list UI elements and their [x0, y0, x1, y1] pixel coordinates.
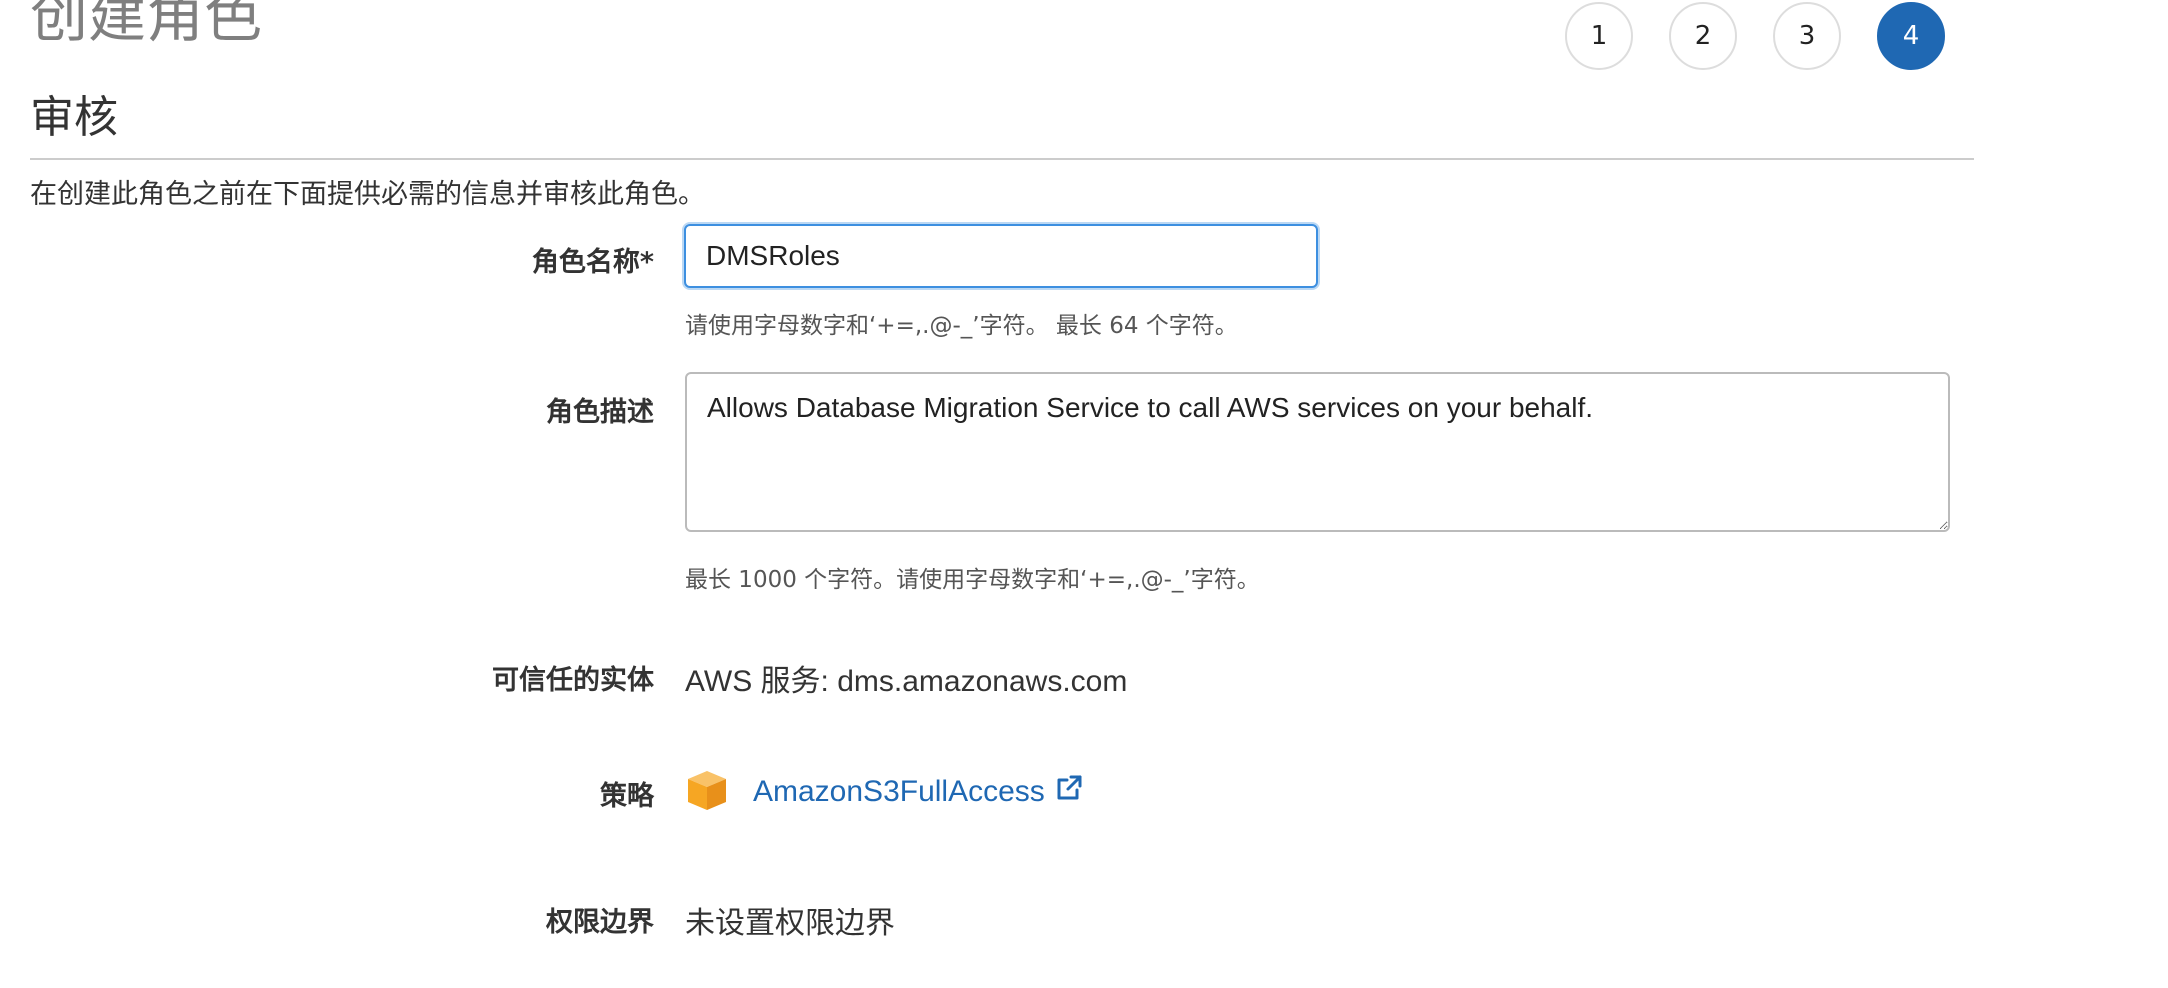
step-4-current[interactable]: 4	[1877, 2, 1945, 70]
step-3[interactable]: 3	[1773, 2, 1841, 70]
policies-label: 策略	[600, 781, 654, 812]
role-description-hint: 最长 1000 个字符。请使用字母数字和‘+=,.@-_’字符。	[685, 567, 1260, 593]
role-description-textarea[interactable]: Allows Database Migration Service to cal…	[685, 372, 1950, 532]
external-link-icon	[1053, 772, 1085, 812]
section-title: 审核	[30, 92, 118, 143]
policy-name: AmazonS3FullAccess	[753, 775, 1045, 808]
role-description-label: 角色描述	[546, 397, 654, 428]
trusted-entity-value: AWS 服务: dms.amazonaws.com	[685, 665, 1128, 698]
section-intro: 在创建此角色之前在下面提供必需的信息并审核此角色。	[30, 179, 705, 210]
page-title: 创建角色	[30, 0, 263, 50]
review-page: 创建角色 1 2 3 4 审核 在创建此角色之前在下面提供必需的信息并审核此角色…	[0, 0, 2168, 988]
step-1[interactable]: 1	[1565, 2, 1633, 70]
permissions-boundary-label: 权限边界	[546, 907, 654, 938]
step-2[interactable]: 2	[1669, 2, 1737, 70]
policy-item: AmazonS3FullAccess	[685, 768, 1085, 816]
role-name-hint: 请使用字母数字和‘+=,.@-_’字符。 最长 64 个字符。	[685, 313, 1238, 339]
role-name-label: 角色名称*	[531, 247, 654, 278]
policy-box-icon	[685, 768, 729, 816]
role-name-input[interactable]	[684, 224, 1318, 288]
wizard-steps: 1 2 3 4	[1565, 2, 1945, 70]
permissions-boundary-value: 未设置权限边界	[685, 907, 895, 940]
section-divider	[30, 158, 1974, 160]
trusted-entity-label: 可信任的实体	[492, 665, 654, 696]
policy-link-amazons3fullaccess[interactable]: AmazonS3FullAccess	[753, 772, 1085, 812]
